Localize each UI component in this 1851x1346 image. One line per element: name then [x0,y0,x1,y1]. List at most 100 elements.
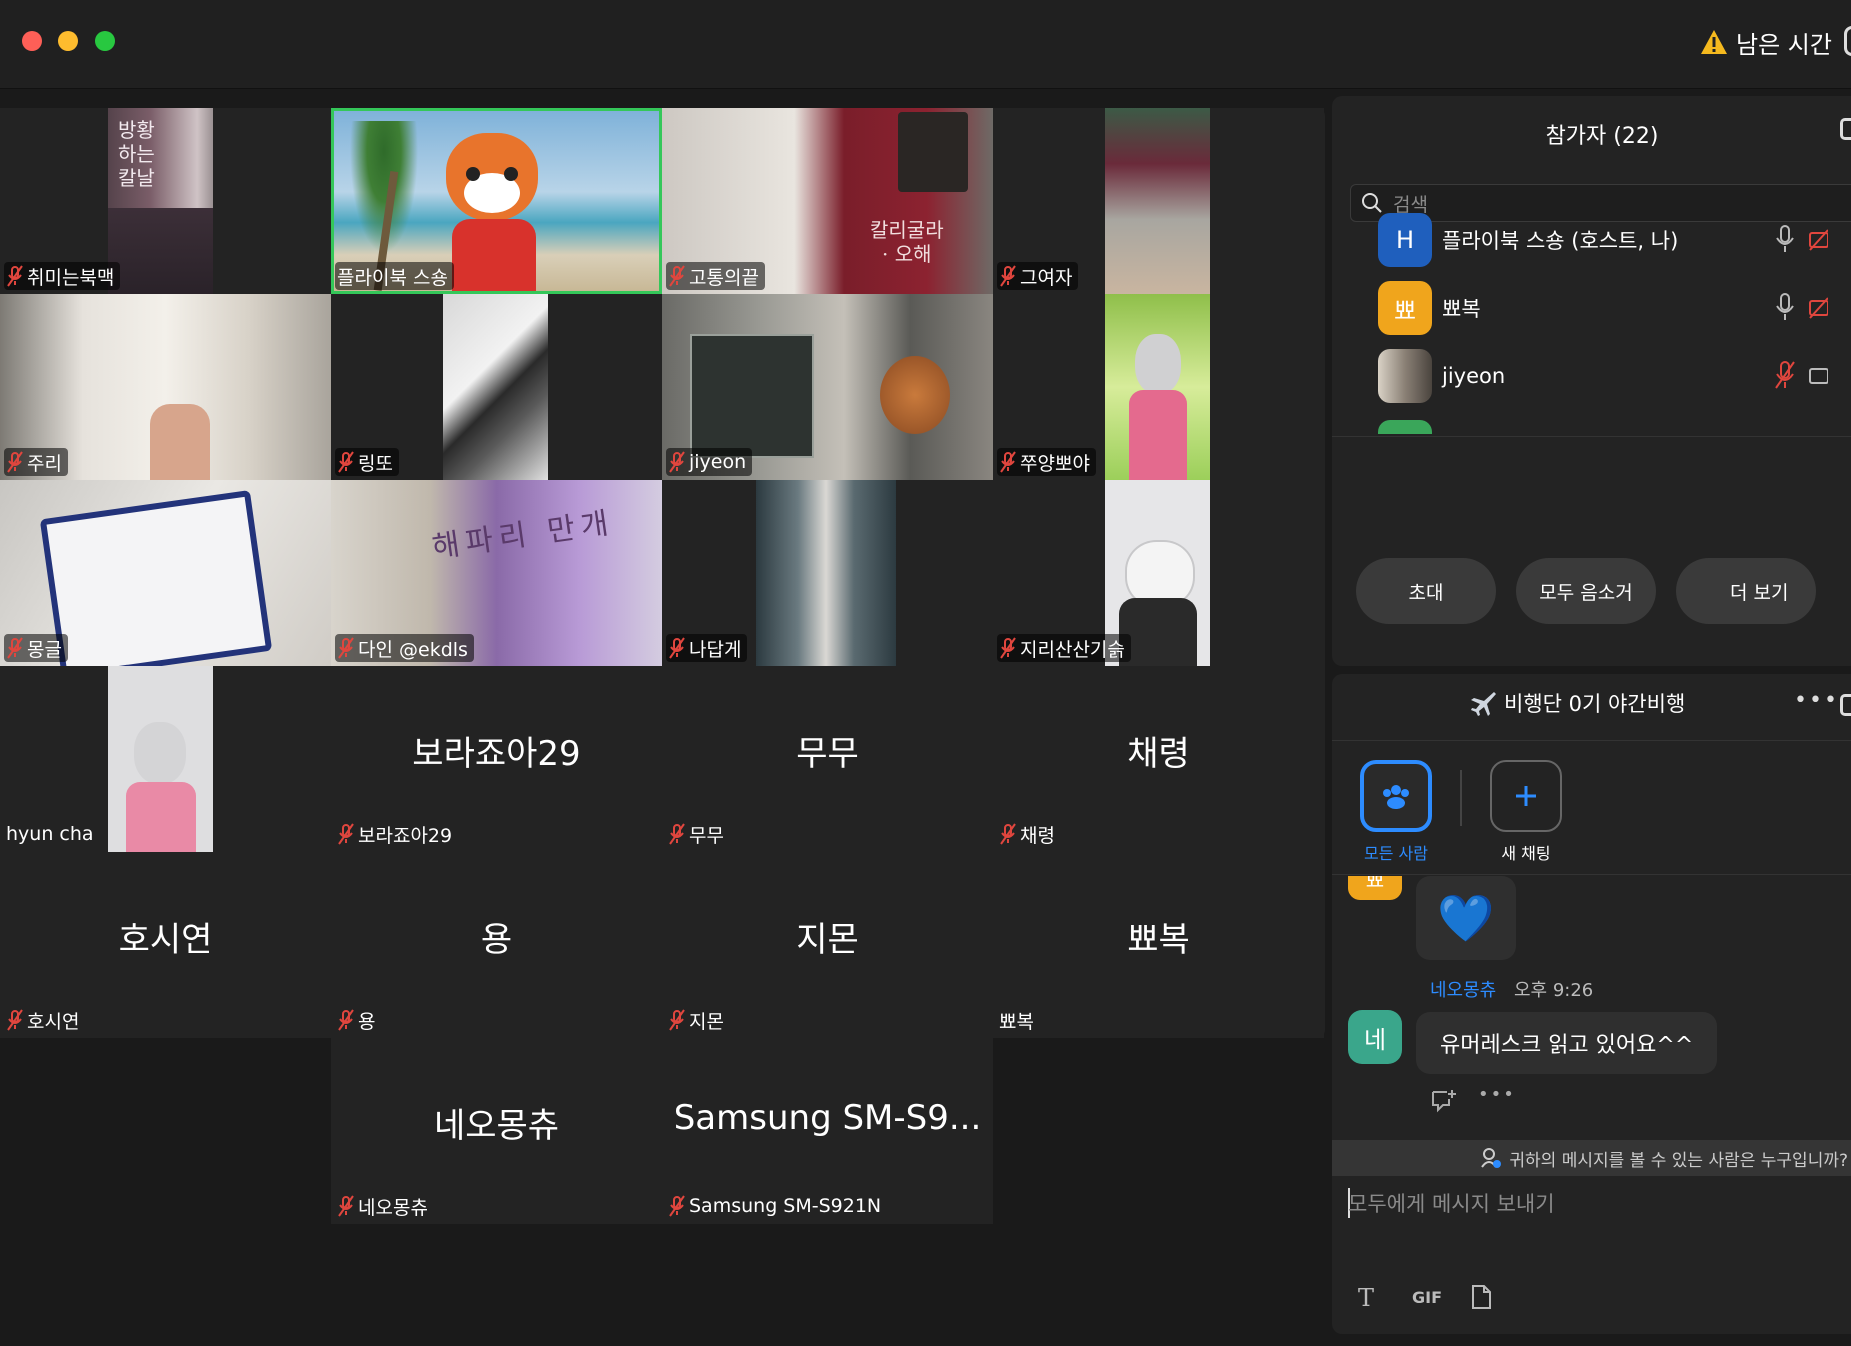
muted-mic-icon [1000,823,1016,845]
chat-message-input[interactable]: 모두에게 메시지 보내기 [1348,1188,1555,1218]
video-off-icon[interactable] [1808,224,1828,254]
participant-name: 채령 [1020,824,1055,847]
video-tile[interactable]: 방황 하는 칼날 취미는북맥 [0,108,331,294]
close-window-button[interactable] [22,31,42,51]
participant-name: 뾰복 [999,1010,1034,1033]
muted-mic-icon [338,1195,354,1217]
participant-name: 쭈양뽀야 [1020,452,1090,475]
video-tile[interactable]: 그여자 [993,108,1324,294]
avatar-hoodie [452,219,536,291]
video-tile[interactable]: 보라죠아29 보라죠아29 [331,666,662,852]
participant-name: 플라이북 스숑 [337,266,448,289]
zoom-window-button[interactable] [95,31,115,51]
mic-icon[interactable] [1774,224,1796,254]
muted-mic-icon [338,1009,354,1031]
emoji-message: 💙 [1416,876,1516,960]
muted-mic-icon [1000,451,1016,473]
participant-label: 그여자 [997,262,1079,290]
participant-label: 취미는북맥 [4,262,121,290]
video-off-icon[interactable] [1808,292,1828,322]
participant-name: 링또 [358,452,393,475]
more-options-icon[interactable]: ••• [1794,688,1839,713]
video-tile[interactable]: 용 용 [331,852,662,1038]
bunny-avatar-head [1135,334,1181,394]
participant-label: jiyeon [666,448,753,476]
video-tile[interactable]: 해파리 만개 다인 @ekdls [331,480,662,666]
video-tile[interactable]: 몽글 [0,480,331,666]
video-tile-active-speaker[interactable]: 플라이북 스숑 [331,108,662,294]
plus-icon [1516,786,1536,806]
file-icon[interactable] [1470,1284,1492,1310]
message-sender[interactable]: 네오몽츄 [1430,980,1496,1001]
participant-display-name: 보라죠아29 [412,734,581,774]
video-tile[interactable]: 쭈양뽀야 [993,294,1324,480]
text-format-icon[interactable]: T [1358,1284,1374,1312]
participant-label: Samsung SM-S921N [666,1192,887,1220]
mic-icon[interactable] [1774,292,1796,322]
muted-mic-icon [338,637,354,659]
video-tile[interactable]: jiyeon [662,294,993,480]
participant-display-name: 네오몽츄 [433,1106,560,1146]
video-tile[interactable]: 주리 [0,294,331,480]
video-icon[interactable] [1808,360,1828,390]
muted-mic-icon [7,1009,23,1031]
everyone-tab[interactable] [1360,760,1432,832]
video-tile[interactable]: 채령 채령 [993,666,1324,852]
participant-label: 나답게 [666,634,748,662]
participant-name: 그여자 [1020,266,1073,289]
avatar: 네 [1348,1010,1402,1064]
participant-row[interactable]: H 플라이북 스숑 (호스트, 나) [1378,212,1851,268]
participant-display-name: 뾰복 [1127,920,1190,960]
new-chat-button[interactable] [1490,760,1562,832]
video-gallery: 방황 하는 칼날 취미는북맥 플라이북 스숑 칼리굴라 · 오해 고통의끝 그여… [0,108,1325,1224]
invite-button[interactable]: 초대 [1356,558,1496,624]
video-tile[interactable]: 무무 무무 [662,666,993,852]
message-text: 유머레스크 읽고 있어요^^ [1440,1033,1694,1058]
who-can-see-banner[interactable]: 귀하의 메시지를 볼 수 있는 사람은 누구입니까? [1332,1140,1851,1176]
popout-icon[interactable] [1840,118,1851,140]
muted-mic-icon [669,265,685,287]
video-tile[interactable]: 호시연 호시연 [0,852,331,1038]
participant-name: 지몬 [689,1010,724,1033]
book-cover-text: 칼리굴라 · 오해 [870,218,944,266]
video-tile[interactable]: hyun cha [0,666,331,852]
who-can-see-text: 귀하의 메시지를 볼 수 있는 사람은 누구입니까? [1509,1150,1848,1171]
participant-label: 지몬 [666,1006,730,1034]
video-tile[interactable]: 나답게 [662,480,993,666]
video-tile[interactable]: 링또 [331,294,662,480]
video-feed [108,666,213,852]
video-tile[interactable]: 칼리굴라 · 오해 고통의끝 [662,108,993,294]
participant-name: 용 [358,1010,376,1033]
popout-icon[interactable] [1840,694,1851,716]
participant-label: 다인 @ekdls [335,634,474,662]
minimize-window-button[interactable] [58,31,78,51]
participant-label: 호시연 [4,1006,85,1034]
participant-label: 무무 [666,820,730,848]
message-bubble[interactable]: 유머레스크 읽고 있어요^^ [1416,1012,1718,1074]
participant-name: 다인 @ekdls [358,638,468,661]
video-tile[interactable]: 뾰복 뾰복 [993,852,1324,1038]
muted-mic-icon [669,1009,685,1031]
video-feed [443,294,548,480]
video-tile[interactable]: 네오몽츄 네오몽츄 [331,1038,662,1224]
participants-panel: 참가자 (22) 검색 H 플라이북 스숑 (호스트, 나) 뾰 뾰복 jiye… [1332,96,1851,666]
person-info-icon [1481,1148,1502,1168]
participant-row[interactable]: jiyeon [1378,348,1851,404]
reply-thread-icon[interactable] [1430,1088,1458,1114]
video-tile[interactable]: 지리산산기슭 [993,480,1324,666]
time-remaining[interactable]: 남은 시간 [1700,24,1832,60]
participant-label: 보라죠아29 [335,820,458,848]
more-button[interactable]: 더 보기 [1676,558,1816,624]
muted-mic-icon[interactable] [1774,360,1796,390]
participant-row[interactable]: 뾰 뾰복 [1378,280,1851,336]
participant-name: Samsung SM-S921N [689,1195,882,1217]
gif-button[interactable]: GIF [1412,1288,1442,1307]
video-tile[interactable]: Samsung SM-S9... Samsung SM-S921N [662,1038,993,1224]
video-tile[interactable]: 지몬 지몬 [662,852,993,1038]
participant-name: 고통의끝 [689,266,759,289]
participant-display-name: 무무 [796,734,859,774]
avatar: 뾰 [1348,876,1402,900]
chat-panel: 비행단 0기 야간비행 ••• 모든 사람 새 채팅 뾰 💙 네오몽츄 오후 9… [1332,674,1851,1334]
mute-all-button[interactable]: 모두 음소거 [1516,558,1656,624]
message-more-icon[interactable]: ••• [1478,1084,1516,1105]
